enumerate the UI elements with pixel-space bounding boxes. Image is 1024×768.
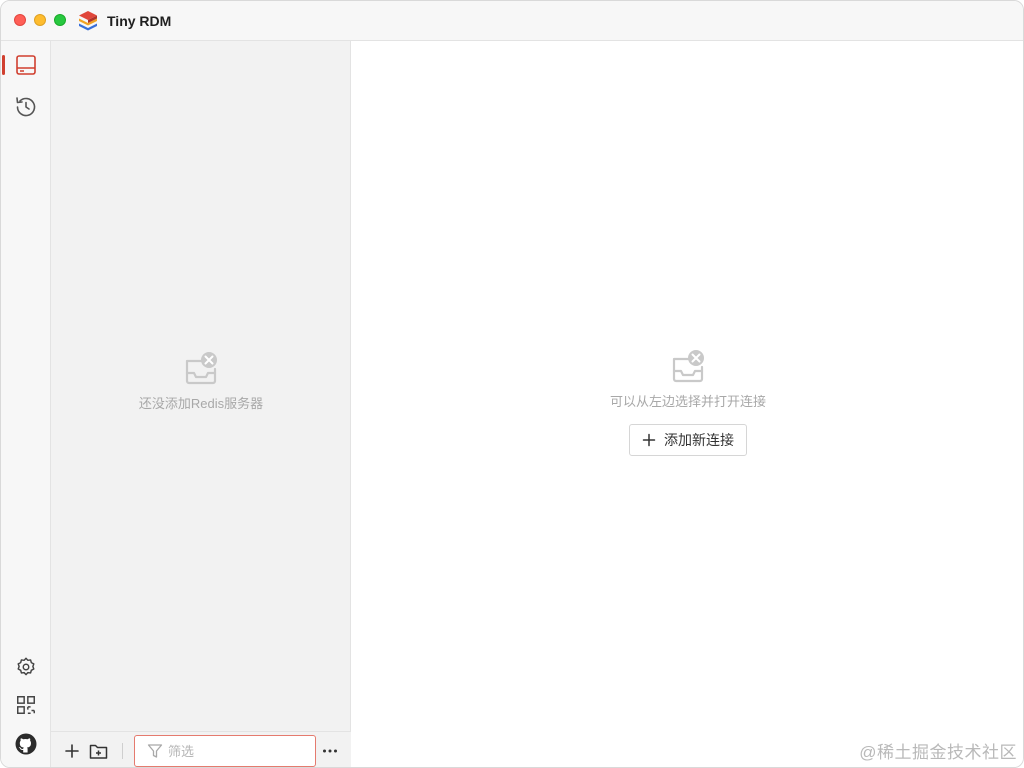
app-window: Tiny RDM 还没添加Redis服务器 筛选 可以从左边选择并打开连接 添加… xyxy=(0,0,1024,768)
ribbon-server-button[interactable] xyxy=(12,51,40,79)
ribbon-settings-button[interactable] xyxy=(12,653,40,681)
github-icon xyxy=(15,733,37,755)
main-empty-text: 可以从左边选择并打开连接 xyxy=(609,394,766,409)
main-empty-state: 可以从左边选择并打开连接 添加新连接 xyxy=(588,349,788,456)
apps-grid-icon xyxy=(17,696,35,714)
ribbon-history-button[interactable] xyxy=(12,93,40,121)
ribbon-github-button[interactable] xyxy=(12,730,40,758)
folder-add-icon xyxy=(89,744,107,759)
more-icon xyxy=(323,749,337,753)
connection-sidebar: 还没添加Redis服务器 xyxy=(51,41,351,767)
filter-icon xyxy=(147,744,163,758)
sidebar-footer xyxy=(51,731,351,767)
window-minimize-button[interactable] xyxy=(34,14,46,26)
empty-inbox-icon xyxy=(672,350,704,383)
gear-icon xyxy=(17,657,35,676)
main-content: 可以从左边选择并打开连接 添加新连接 @稀土掘金技术社区 xyxy=(352,41,1023,767)
empty-inbox-icon xyxy=(185,352,217,385)
filter-input[interactable] xyxy=(168,743,308,759)
add-connection-footer-button[interactable] xyxy=(62,741,82,761)
add-group-footer-button[interactable] xyxy=(88,741,108,761)
window-maximize-button[interactable] xyxy=(54,14,66,26)
footer-divider xyxy=(122,743,123,759)
sidebar-empty-state: 还没添加Redis服务器 xyxy=(133,351,269,412)
active-indicator xyxy=(2,55,5,75)
title-bar: Tiny RDM xyxy=(1,1,1023,41)
more-options-button[interactable] xyxy=(320,741,340,761)
history-icon xyxy=(16,97,36,117)
nav-ribbon xyxy=(1,41,51,767)
server-icon xyxy=(16,55,36,75)
plus-icon xyxy=(642,433,656,447)
watermark-text: @稀土掘金技术社区 xyxy=(859,743,1017,762)
app-logo-icon xyxy=(79,11,97,31)
window-close-button[interactable] xyxy=(14,14,26,26)
add-new-connection-button[interactable]: 添加新连接 xyxy=(629,424,747,456)
filter-field[interactable] xyxy=(134,735,316,767)
ribbon-apps-button[interactable] xyxy=(12,691,40,719)
app-title: Tiny RDM xyxy=(107,13,172,29)
sidebar-empty-text: 还没添加Redis服务器 xyxy=(138,396,264,411)
add-new-connection-label: 添加新连接 xyxy=(664,432,734,448)
plus-icon xyxy=(65,744,79,758)
